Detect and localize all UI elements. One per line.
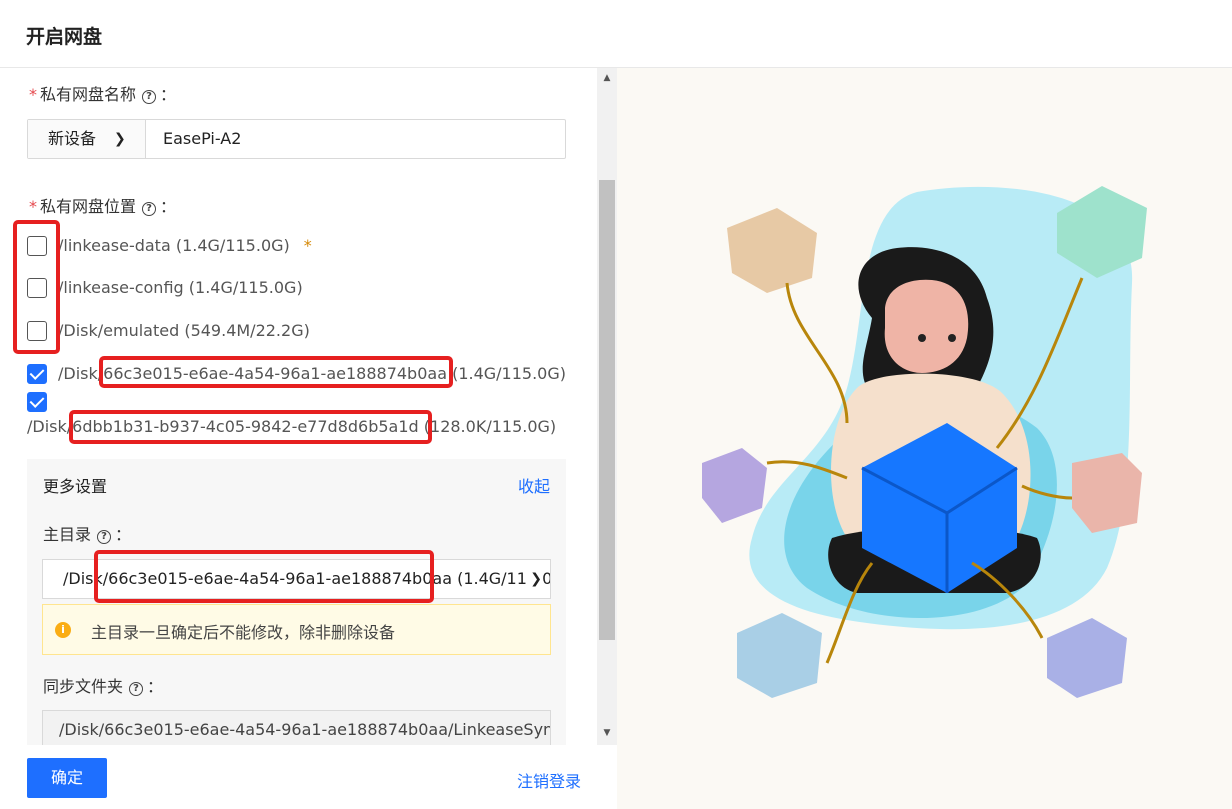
- help-icon[interactable]: ?: [142, 202, 157, 216]
- required-mark: *: [29, 85, 37, 104]
- location-label-text: 私有网盘位置: [40, 197, 137, 216]
- home-dir-label-text: 主目录: [43, 525, 92, 544]
- checkbox-checked[interactable]: [27, 364, 47, 384]
- location-option-label: /Disk/6dbb1b31-b937-4c05-9842-e77d8d6b5a…: [27, 417, 557, 436]
- checkbox-checked[interactable]: [27, 392, 47, 412]
- checkbox[interactable]: [27, 236, 47, 256]
- location-label-colon: ：: [160, 197, 177, 216]
- home-dir-value: /Disk/66c3e015-e6ae-4a54-96a1-ae188874b0…: [63, 569, 551, 588]
- sync-folder-label-text: 同步文件夹: [43, 677, 124, 696]
- confirm-button[interactable]: 确定: [27, 758, 107, 798]
- sync-folder-label: 同步文件夹?：: [43, 673, 163, 697]
- scroll-down-icon[interactable]: ▼: [597, 725, 617, 741]
- chevron-down-icon: ❯: [528, 560, 542, 598]
- help-icon[interactable]: ?: [97, 530, 112, 544]
- scrollbar-thumb[interactable]: [599, 180, 615, 640]
- device-select[interactable]: 新设备 ❯: [28, 120, 146, 158]
- chevron-down-icon: ❯: [114, 131, 126, 147]
- device-select-value: 新设备: [48, 129, 97, 148]
- name-label-colon: ：: [160, 85, 177, 104]
- name-input-group: 新设备 ❯ EasePi-A2: [27, 119, 566, 159]
- warning-text: 主目录一旦确定后不能修改，除非删除设备: [91, 623, 396, 642]
- logout-link[interactable]: 注销登录: [517, 768, 581, 792]
- checkbox[interactable]: [27, 278, 47, 298]
- info-icon: i: [55, 622, 71, 638]
- more-settings-title: 更多设置: [43, 477, 108, 496]
- sync-folder-input[interactable]: /Disk/66c3e015-e6ae-4a54-96a1-ae188874b0…: [42, 710, 551, 745]
- home-dir-select[interactable]: /Disk/66c3e015-e6ae-4a54-96a1-ae188874b0…: [42, 559, 551, 599]
- checkbox[interactable]: [27, 321, 47, 341]
- dialog-footer: 确定 注销登录: [0, 745, 617, 809]
- name-label: * 私有网盘名称?：: [29, 81, 176, 105]
- help-icon[interactable]: ?: [142, 90, 157, 104]
- home-dir-label-colon: ：: [115, 525, 132, 544]
- form-pane: * 私有网盘名称?： 新设备 ❯ EasePi-A2 * 私有网盘位置?： /lin…: [0, 68, 617, 809]
- scroll-up-icon[interactable]: ▲: [597, 70, 617, 86]
- name-input[interactable]: EasePi-A2: [163, 120, 241, 158]
- option-mark: *: [303, 236, 312, 255]
- sync-folder-label-colon: ：: [147, 677, 164, 696]
- more-settings-panel: 更多设置 收起 主目录?： /Disk/66c3e015-e6ae-4a54-9…: [27, 459, 566, 745]
- warning-alert: i 主目录一旦确定后不能修改，除非删除设备: [42, 604, 551, 655]
- illustration-image: [702, 186, 1147, 698]
- form-scroll-area: * 私有网盘名称?： 新设备 ❯ EasePi-A2 * 私有网盘位置?： /lin…: [0, 68, 597, 745]
- required-mark: *: [29, 197, 37, 216]
- location-option-label: /linkease-data (1.4G/115.0G): [58, 236, 290, 255]
- dialog-header: 开启网盘: [0, 0, 1232, 68]
- scrollbar[interactable]: ▲ ▼: [597, 68, 617, 745]
- name-label-text: 私有网盘名称: [40, 85, 137, 104]
- location-option-label: /Disk/66c3e015-e6ae-4a54-96a1-ae188874b0…: [58, 364, 566, 383]
- illustration-pane: [617, 68, 1232, 809]
- collapse-link[interactable]: 收起: [518, 473, 550, 497]
- location-label: * 私有网盘位置?：: [29, 193, 176, 217]
- location-option-label: /Disk/emulated (549.4M/22.2G): [58, 321, 310, 340]
- home-dir-label: 主目录?：: [43, 521, 131, 545]
- help-icon[interactable]: ?: [129, 682, 144, 696]
- location-option-label: /linkease-config (1.4G/115.0G): [58, 278, 303, 297]
- page-title: 开启网盘: [26, 26, 103, 48]
